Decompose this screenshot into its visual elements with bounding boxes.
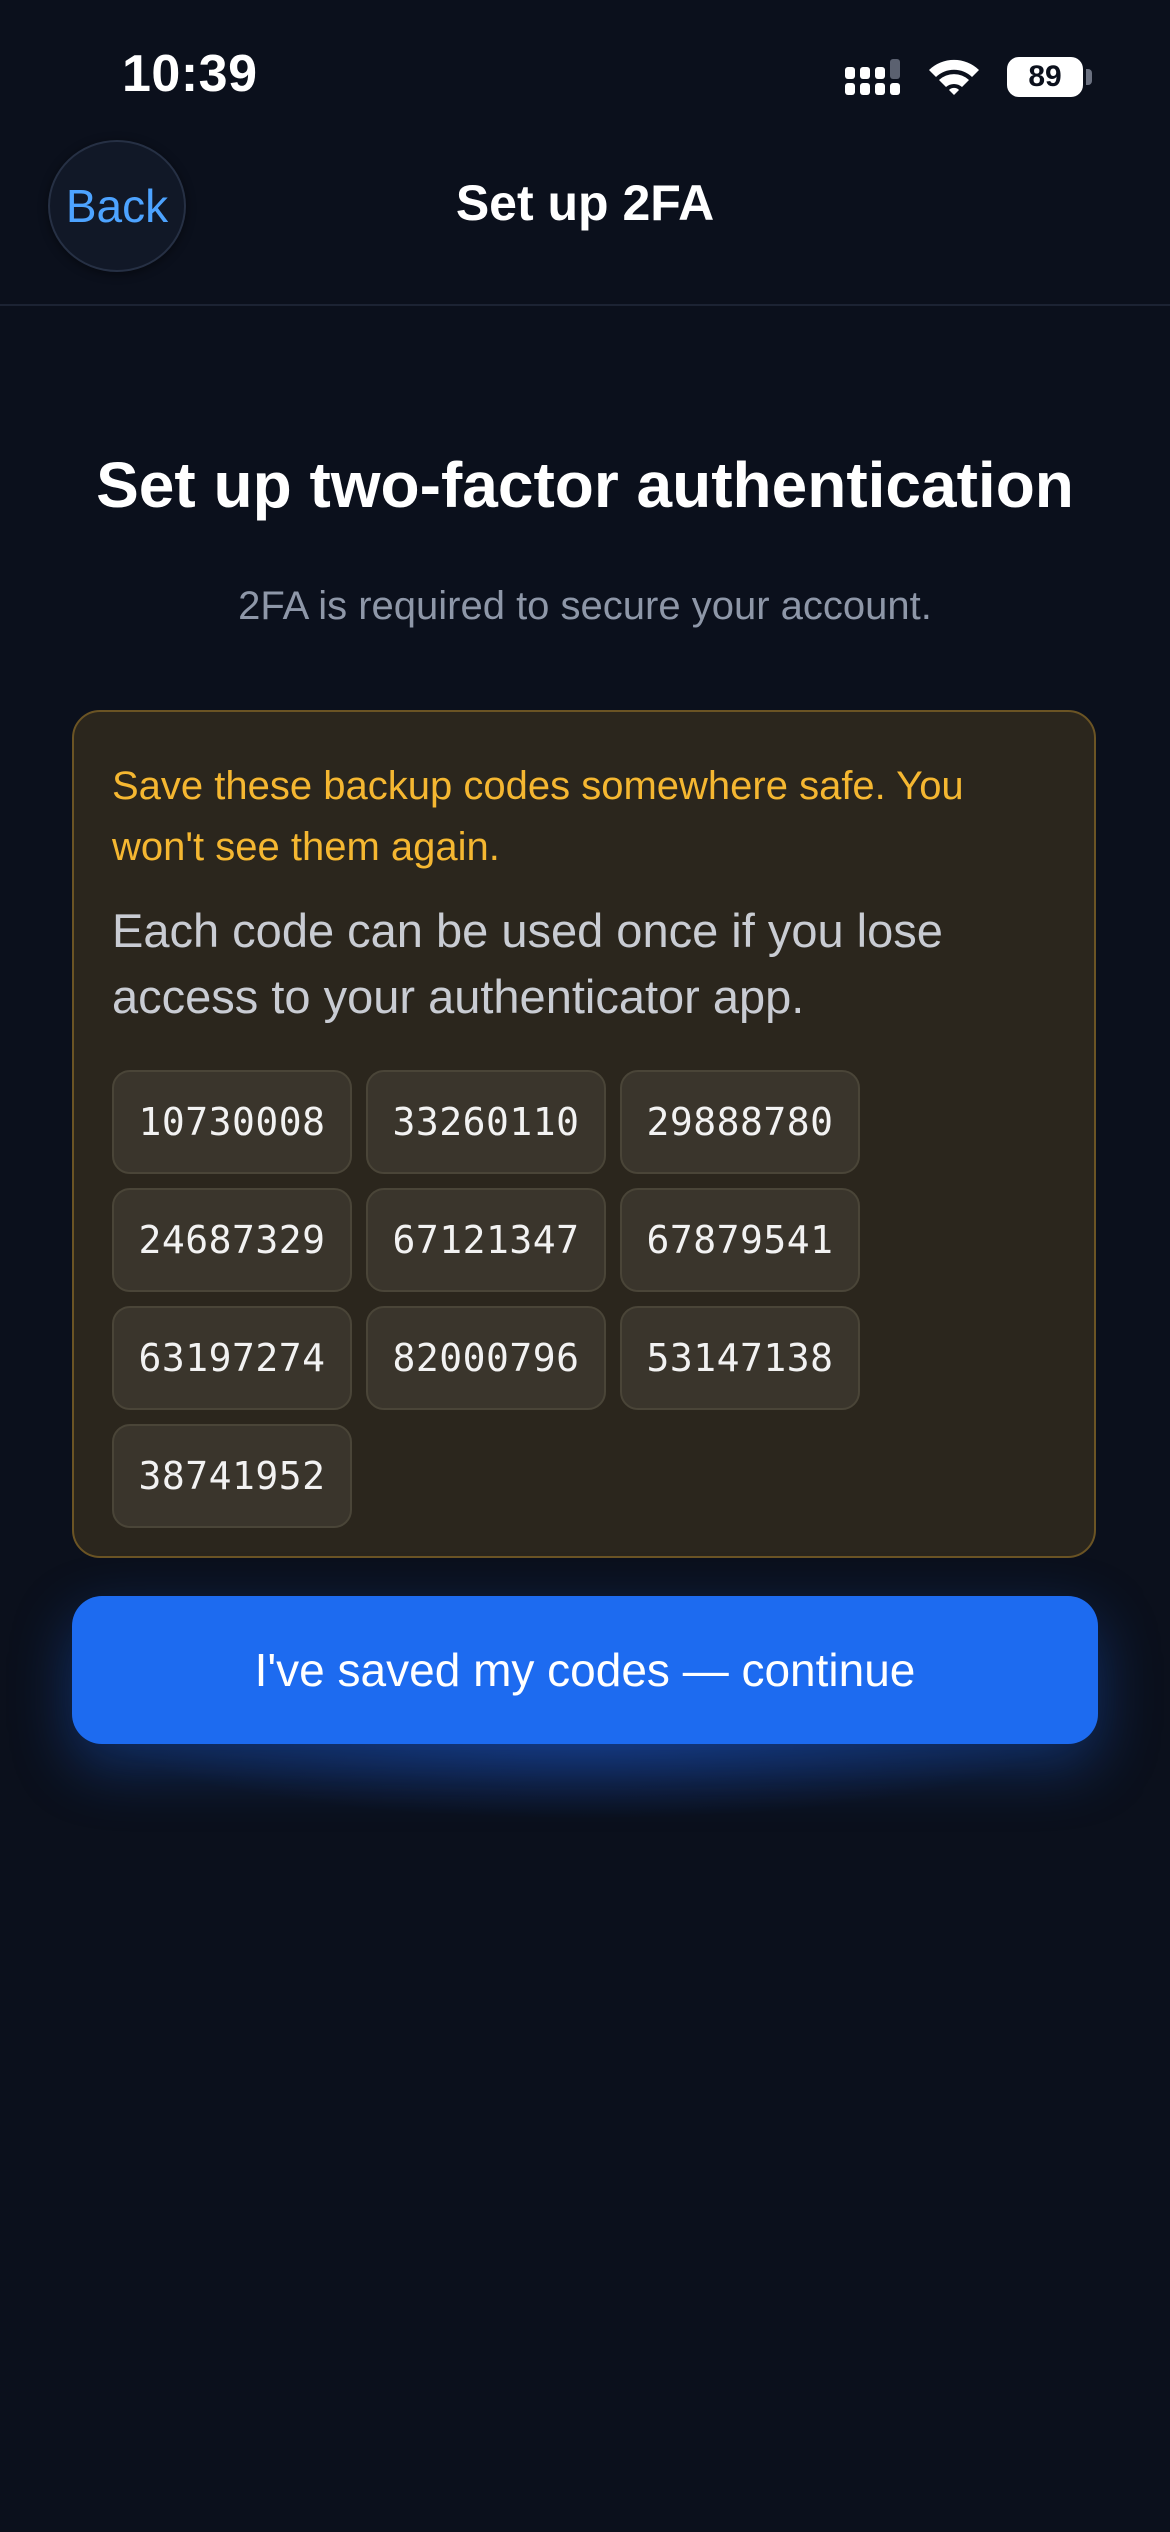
nav-bar: Back Set up 2FA [0, 138, 1170, 306]
backup-code: 63197274 [112, 1306, 352, 1410]
battery-level: 89 [1007, 57, 1083, 97]
backup-code: 10730008 [112, 1070, 352, 1174]
backup-code: 67121347 [366, 1188, 606, 1292]
page-title: Set up two-factor authentication [96, 449, 1074, 521]
nav-title: Set up 2FA [455, 175, 715, 231]
backup-code: 24687329 [112, 1188, 352, 1292]
status-time: 10:39 [122, 45, 258, 103]
wifi-icon [927, 57, 981, 97]
backup-code: 29888780 [620, 1070, 860, 1174]
continue-button[interactable]: I've saved my codes — continue [72, 1596, 1098, 1744]
backup-code: 82000796 [366, 1306, 606, 1410]
page-subtitle: 2FA is required to secure your account. [238, 584, 932, 628]
backup-code: 53147138 [620, 1306, 860, 1410]
backup-codes-info: Each code can be used once if you lose a… [112, 904, 943, 1023]
status-icons: 89 [845, 52, 1092, 102]
battery-icon: 89 [1007, 57, 1092, 97]
backup-codes-grid: 10730008 33260110 29888780 24687329 6712… [112, 1070, 1058, 1528]
signal-icon [845, 57, 901, 97]
backup-code: 38741952 [112, 1424, 352, 1528]
backup-code: 33260110 [366, 1070, 606, 1174]
backup-codes-warning: Save these backup codes somewhere safe. … [112, 764, 964, 869]
backup-code: 67879541 [620, 1188, 860, 1292]
status-bar: 10:39 89 [0, 0, 1170, 150]
backup-codes-card: Save these backup codes somewhere safe. … [72, 710, 1096, 1558]
